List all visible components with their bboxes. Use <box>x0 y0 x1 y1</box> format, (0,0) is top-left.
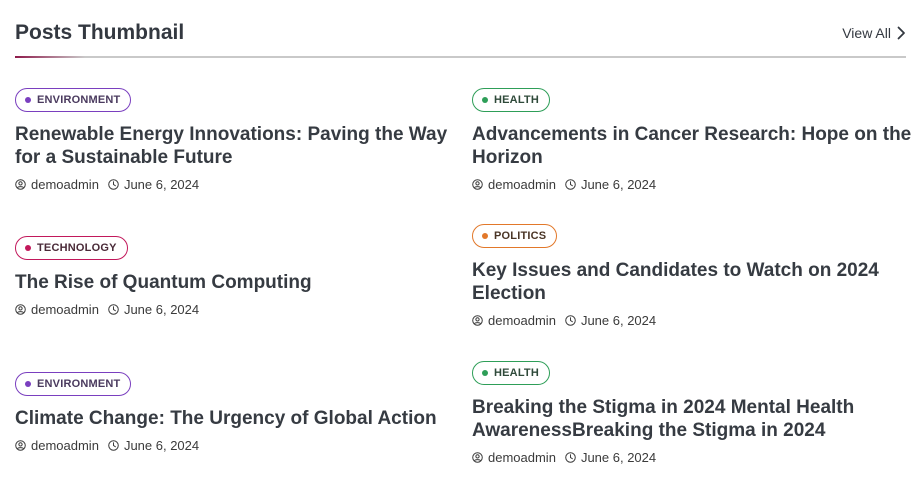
post-title[interactable]: Breaking the Stigma in 2024 Mental Healt… <box>472 396 912 442</box>
post-title[interactable]: The Rise of Quantum Computing <box>15 271 455 294</box>
author-link[interactable]: demoadmin <box>15 438 99 453</box>
category-label: HEALTH <box>494 94 539 106</box>
category-label: ENVIRONMENT <box>37 94 121 106</box>
section-header: Posts Thumbnail View All <box>15 20 906 58</box>
post-title[interactable]: Renewable Energy Innovations: Paving the… <box>15 123 455 169</box>
clock-icon <box>565 452 576 463</box>
category-label: HEALTH <box>494 367 539 379</box>
author-link[interactable]: demoadmin <box>472 177 556 192</box>
author-name: demoadmin <box>31 177 99 192</box>
user-icon <box>472 452 483 463</box>
post-date: June 6, 2024 <box>580 177 657 192</box>
date-link[interactable]: June 6, 2024 <box>108 177 199 192</box>
author-name: demoadmin <box>488 313 556 328</box>
category-badge[interactable]: TECHNOLOGY <box>15 236 128 260</box>
author-name: demoadmin <box>31 302 99 317</box>
post-date: June 6, 2024 <box>580 450 657 465</box>
author-link[interactable]: demoadmin <box>472 313 556 328</box>
badge-dot <box>482 97 488 103</box>
post-card: TECHNOLOGY The Rise of Quantum Computing… <box>15 236 455 317</box>
post-meta: demoadmin June 6, 2024 <box>15 438 455 453</box>
chevron-right-icon <box>897 26 905 40</box>
author-link[interactable]: demoadmin <box>15 177 99 192</box>
post-card: ENVIRONMENT Renewable Energy Innovations… <box>15 88 455 192</box>
badge-dot <box>25 245 31 251</box>
date-link[interactable]: June 6, 2024 <box>565 177 656 192</box>
post-meta: demoadmin June 6, 2024 <box>472 450 912 465</box>
clock-icon <box>108 179 119 190</box>
badge-dot <box>482 233 488 239</box>
user-icon <box>15 304 26 315</box>
clock-icon <box>108 440 119 451</box>
post-title[interactable]: Key Issues and Candidates to Watch on 20… <box>472 259 912 305</box>
category-badge[interactable]: ENVIRONMENT <box>15 372 132 396</box>
view-all-link[interactable]: View All <box>842 25 906 41</box>
badge-dot <box>25 97 31 103</box>
post-title[interactable]: Climate Change: The Urgency of Global Ac… <box>15 407 455 430</box>
post-meta: demoadmin June 6, 2024 <box>15 177 455 192</box>
category-badge[interactable]: ENVIRONMENT <box>15 88 132 112</box>
author-name: demoadmin <box>488 450 556 465</box>
author-link[interactable]: demoadmin <box>472 450 556 465</box>
user-icon <box>15 179 26 190</box>
post-card: HEALTH Breaking the Stigma in 2024 Menta… <box>472 361 912 465</box>
post-date: June 6, 2024 <box>123 438 200 453</box>
category-badge[interactable]: POLITICS <box>472 224 558 248</box>
post-card: HEALTH Advancements in Cancer Research: … <box>472 88 912 192</box>
section-title: Posts Thumbnail <box>15 21 185 44</box>
clock-icon <box>565 315 576 326</box>
post-title[interactable]: Advancements in Cancer Research: Hope on… <box>472 123 912 169</box>
clock-icon <box>108 304 119 315</box>
category-label: ENVIRONMENT <box>37 378 121 390</box>
badge-dot <box>482 370 488 376</box>
post-meta: demoadmin June 6, 2024 <box>15 302 455 317</box>
user-icon <box>472 179 483 190</box>
category-label: POLITICS <box>494 230 547 242</box>
date-link[interactable]: June 6, 2024 <box>108 302 199 317</box>
clock-icon <box>565 179 576 190</box>
date-link[interactable]: June 6, 2024 <box>565 313 656 328</box>
user-icon <box>15 440 26 451</box>
author-link[interactable]: demoadmin <box>15 302 99 317</box>
author-name: demoadmin <box>31 438 99 453</box>
category-label: TECHNOLOGY <box>37 242 117 254</box>
post-card: ENVIRONMENT Climate Change: The Urgency … <box>15 372 455 453</box>
author-name: demoadmin <box>488 177 556 192</box>
post-date: June 6, 2024 <box>123 177 200 192</box>
view-all-label: View All <box>842 25 891 41</box>
category-badge[interactable]: HEALTH <box>472 361 550 385</box>
date-link[interactable]: June 6, 2024 <box>565 450 656 465</box>
post-date: June 6, 2024 <box>580 313 657 328</box>
post-card: POLITICS Key Issues and Candidates to Wa… <box>472 224 912 328</box>
post-meta: demoadmin June 6, 2024 <box>472 177 912 192</box>
user-icon <box>472 315 483 326</box>
category-badge[interactable]: HEALTH <box>472 88 550 112</box>
badge-dot <box>25 381 31 387</box>
post-date: June 6, 2024 <box>123 302 200 317</box>
date-link[interactable]: June 6, 2024 <box>108 438 199 453</box>
post-meta: demoadmin June 6, 2024 <box>472 313 912 328</box>
